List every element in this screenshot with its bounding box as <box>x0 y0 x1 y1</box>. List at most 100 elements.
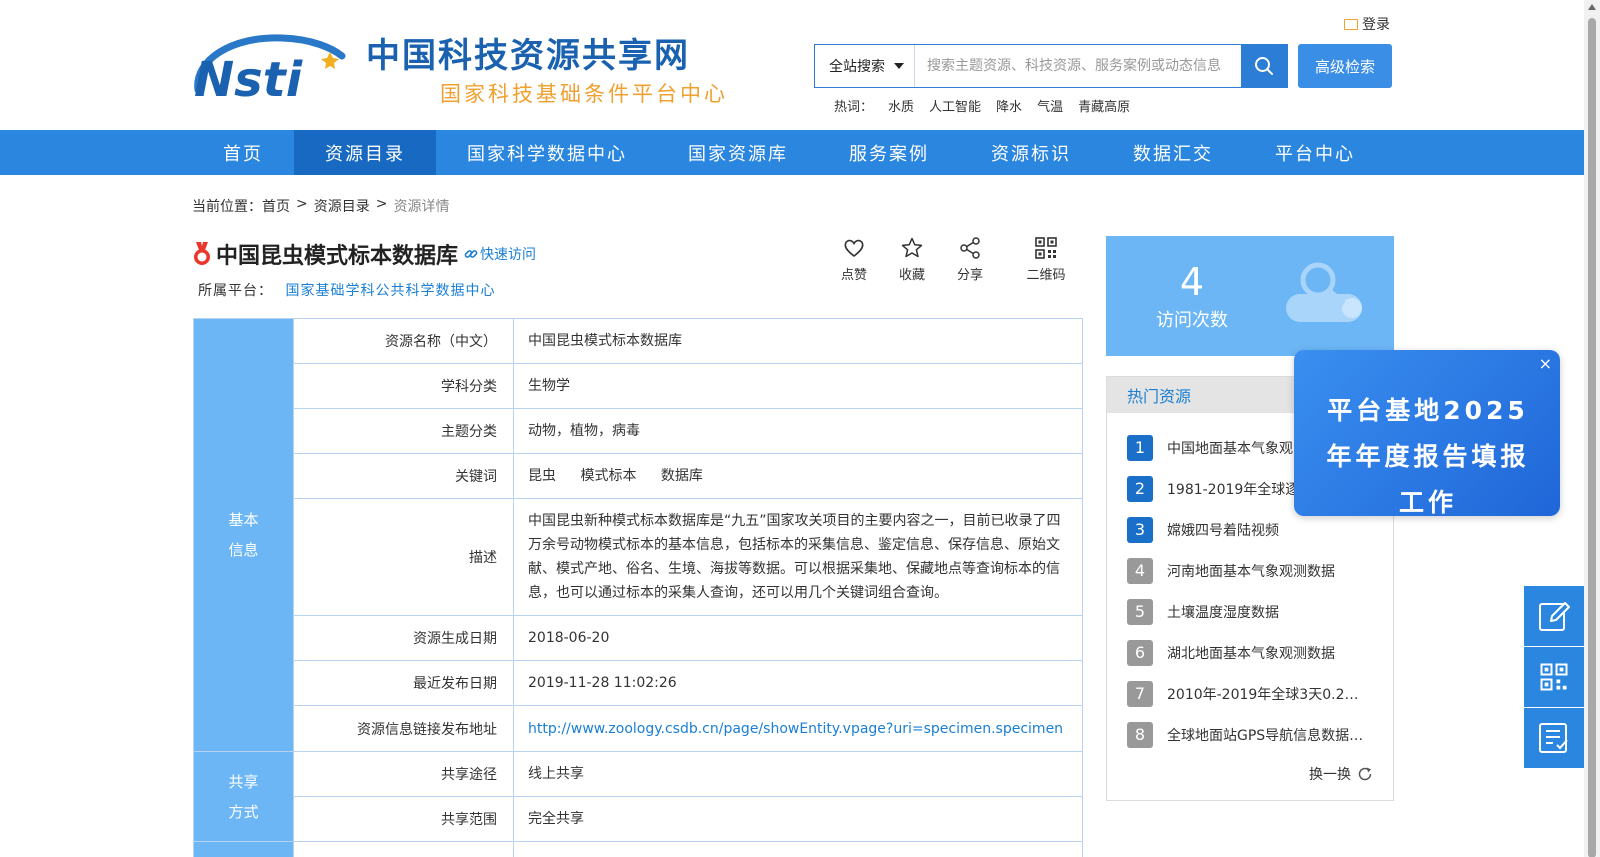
breadcrumb-current: 资源详情 <box>393 199 450 215</box>
rank-badge: 8 <box>1127 721 1153 748</box>
nav-item-national-resource-banks[interactable]: 国家资源库 <box>658 130 818 175</box>
nav-item-home[interactable]: 首页 <box>192 130 294 175</box>
close-icon[interactable]: × <box>1539 354 1552 373</box>
row-label: 共享途径 <box>293 751 514 797</box>
row-value: 动物，植物，病毒 <box>513 408 1083 454</box>
resource-title: 中国昆虫模式标本数据库 <box>216 244 459 269</box>
keywords-value: 昆虫 模式标本 数据库 <box>513 453 1083 499</box>
platform-link[interactable]: 国家基础学科公共科学数据中心 <box>285 283 495 299</box>
row-label <box>293 841 514 857</box>
row-value: 线上共享 <box>513 751 1083 797</box>
breadcrumb-home[interactable]: 首页 <box>262 196 290 216</box>
table-row: 关键词 昆虫 模式标本 数据库 <box>194 453 1083 499</box>
row-label: 共享范围 <box>293 796 514 842</box>
nav-item-science-data-centers[interactable]: 国家科学数据中心 <box>436 130 658 175</box>
login-label: 登录 <box>1362 17 1390 33</box>
like-button[interactable]: 点赞 <box>836 236 872 283</box>
scroll-up-arrow-icon[interactable] <box>1588 4 1596 10</box>
list-item[interactable]: 4 河南地面基本气象观测数据 <box>1127 550 1393 591</box>
visit-count-label: 访问次数 <box>1156 310 1228 331</box>
share-icon <box>960 237 980 259</box>
search-scope-select[interactable]: 全站搜索 <box>815 45 915 87</box>
table-row: 学科分类 生物学 <box>194 363 1083 409</box>
nav-item-service-cases[interactable]: 服务案例 <box>818 130 960 175</box>
search-button[interactable] <box>1241 45 1287 87</box>
keyword: 昆虫 <box>528 468 556 484</box>
visit-count: 4 <box>1179 260 1205 304</box>
hot-resource-title: 1981-2019年全球逐 <box>1167 481 1300 498</box>
row-value <box>513 841 1083 857</box>
feedback-button[interactable] <box>1524 586 1584 646</box>
table-row: 描述 中国昆虫新种模式标本数据库是“九五”国家攻关项目的主要内容之一，目前已收录… <box>194 498 1083 616</box>
scrollbar-thumb[interactable] <box>1588 18 1596 857</box>
list-item[interactable]: 5 土壤温度湿度数据 <box>1127 591 1393 632</box>
table-row: 共享范围 完全共享 <box>194 796 1083 842</box>
row-label: 资源名称（中文） <box>293 318 514 364</box>
row-value: 中国昆虫模式标本数据库 <box>513 318 1083 364</box>
nsti-logo[interactable]: Nsti <box>192 30 358 100</box>
search-scope-label: 全站搜索 <box>829 59 885 75</box>
description-value: 中国昆虫新种模式标本数据库是“九五”国家攻关项目的主要内容之一，目前已收录了四万… <box>513 498 1083 616</box>
hot-resource-title: 中国地面基本气象观 <box>1167 440 1293 457</box>
rank-badge: 2 <box>1127 475 1153 502</box>
announcement-popup[interactable]: × 平台基地2025年年度报告填报工作 <box>1294 350 1560 516</box>
row-label: 主题分类 <box>293 408 514 454</box>
favorite-button[interactable]: 收藏 <box>894 236 930 283</box>
side-qrcode-button[interactable] <box>1524 647 1584 707</box>
hot-word-link[interactable]: 人工智能 <box>929 96 981 115</box>
list-item[interactable]: 8 全球地面站GPS导航信息数据… <box>1127 714 1393 755</box>
list-item[interactable]: 7 2010年-2019年全球3天0.25°… <box>1127 673 1393 714</box>
breadcrumb-separator: > <box>296 196 308 212</box>
resource-actions: 点赞 收藏 分享 二维码 <box>836 236 1068 283</box>
hot-word-link[interactable]: 青藏高原 <box>1078 96 1130 115</box>
heart-icon <box>844 239 864 258</box>
list-item[interactable]: 6 湖北地面基本气象观测数据 <box>1127 632 1393 673</box>
resource-title-row: 中国昆虫模式标本数据库 快速访问 <box>192 238 536 270</box>
row-label: 描述 <box>293 498 514 616</box>
nav-item-data-submission[interactable]: 数据汇交 <box>1102 130 1244 175</box>
rank-badge: 1 <box>1127 434 1153 461</box>
medal-icon <box>194 242 210 265</box>
main-nav: 首页 资源目录 国家科学数据中心 国家资源库 服务案例 资源标识 数据汇交 平台… <box>0 130 1600 175</box>
qrcode-button[interactable]: 二维码 <box>1024 236 1068 283</box>
qrcode-icon <box>1540 663 1568 691</box>
row-value: 2018-06-20 <box>513 615 1083 661</box>
advanced-search-button[interactable]: 高级检索 <box>1298 44 1392 88</box>
row-label: 资源生成日期 <box>293 615 514 661</box>
search-input[interactable] <box>915 45 1241 87</box>
survey-button[interactable] <box>1524 708 1584 768</box>
hot-word-link[interactable]: 水质 <box>888 96 914 115</box>
rank-badge: 3 <box>1127 516 1153 543</box>
category-next <box>193 841 294 857</box>
hot-resource-title: 全球地面站GPS导航信息数据… <box>1167 727 1364 744</box>
breadcrumb-catalog[interactable]: 资源目录 <box>314 196 370 216</box>
hot-words-label: 热词： <box>834 100 874 115</box>
row-label: 学科分类 <box>293 363 514 409</box>
hot-word-link[interactable]: 降水 <box>996 96 1022 115</box>
share-button[interactable]: 分享 <box>952 236 988 283</box>
category-basic-info: 基本 信息 <box>193 318 294 752</box>
announcement-text: 平台基地2025年年度报告填报工作 <box>1326 396 1530 516</box>
table-row: 资源生成日期 2018-06-20 <box>194 615 1083 661</box>
breadcrumb-separator: > <box>375 196 388 212</box>
hot-word-link[interactable]: 气温 <box>1037 96 1063 115</box>
refresh-icon <box>1358 767 1372 781</box>
qrcode-icon <box>1035 237 1057 259</box>
nav-item-resource-catalog[interactable]: 资源目录 <box>294 130 436 175</box>
nav-item-resource-identifiers[interactable]: 资源标识 <box>960 130 1102 175</box>
quick-access-link[interactable]: 快速访问 <box>464 244 536 264</box>
refresh-button[interactable]: 换一换 <box>1309 764 1373 784</box>
nav-item-platform-center[interactable]: 平台中心 <box>1244 130 1386 175</box>
category-sharing: 共享 方式 <box>193 751 294 842</box>
quick-access-label: 快速访问 <box>480 247 537 263</box>
row-value: http://www.zoology.csdb.cn/page/showEnti… <box>513 705 1083 752</box>
breadcrumb: 当前位置： 首页 > 资源目录 > 资源详情 <box>192 196 449 216</box>
table-row: 最近发布日期 2019-11-28 11:02:26 <box>194 660 1083 706</box>
page-scrollbar[interactable] <box>1584 0 1600 857</box>
login-link[interactable]: 登录 <box>1344 14 1390 34</box>
keyword: 数据库 <box>660 468 703 484</box>
hot-words: 热词： 水质 人工智能 降水 气温 青藏高原 <box>834 96 1130 115</box>
resource-url-link[interactable]: http://www.zoology.csdb.cn/page/showEnti… <box>528 721 1063 737</box>
site-title: 中国科技资源共享网 <box>366 36 690 76</box>
checklist-icon <box>1539 723 1568 753</box>
